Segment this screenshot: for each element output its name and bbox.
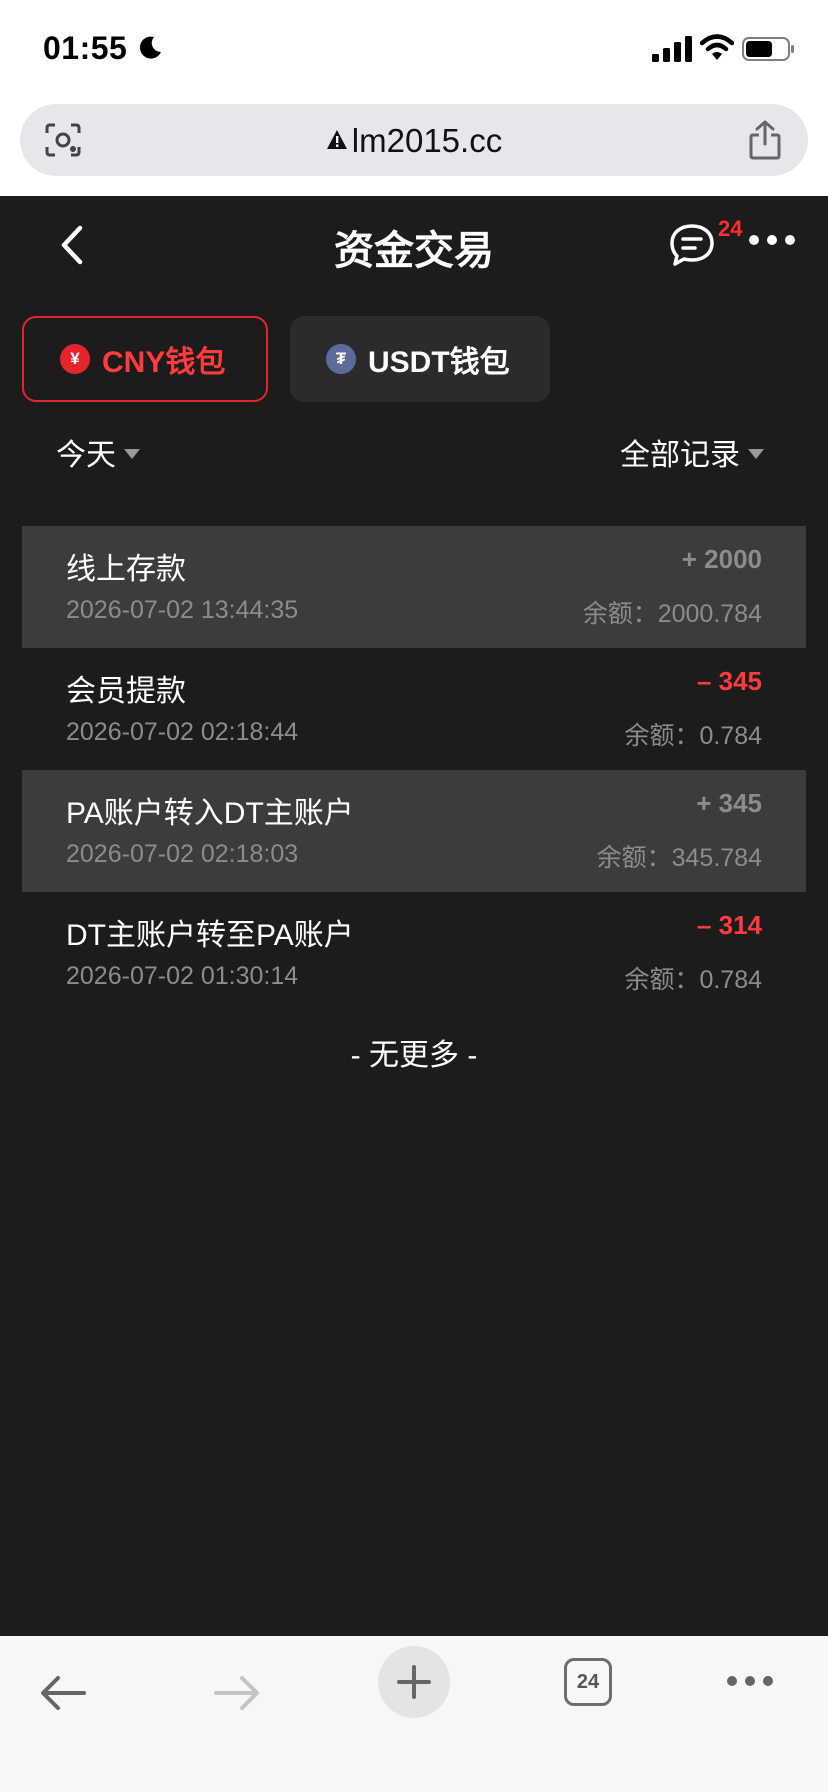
transaction-balance: 余额：2000.784 [582, 600, 762, 628]
transaction-time: 2026-07-02 13:44:35 [66, 596, 299, 624]
transaction-amount: – 345 [696, 666, 762, 696]
share-icon[interactable] [748, 120, 782, 160]
end-of-list-text: - 无更多 - [350, 1039, 478, 1072]
caret-down-icon [124, 449, 140, 459]
message-badge: 24 [718, 216, 743, 241]
transaction-title: 线上存款 [66, 553, 186, 586]
tether-icon: ₮ [326, 344, 356, 374]
status-bar: 01:55 [0, 0, 828, 100]
tab-cny-wallet[interactable]: ¥ CNY钱包 [22, 316, 268, 402]
tab-usdt-wallet[interactable]: ₮ USDT钱包 [290, 316, 550, 402]
browser-more-icon[interactable] [726, 1674, 774, 1688]
app-content: 资金交易 24 ¥ CNY钱包 ₮ USDT钱包 今天 全部记录 线上存款 20… [0, 196, 828, 1636]
wifi-icon [700, 34, 734, 60]
browser-back-icon[interactable] [38, 1674, 88, 1712]
browser-address-area: lm2015.cc [0, 100, 828, 196]
yuan-icon: ¥ [60, 344, 90, 374]
signal-icon [652, 36, 692, 62]
type-filter[interactable]: 全部记录 [620, 430, 764, 474]
transaction-title: DT主账户转至PA账户 [66, 919, 354, 952]
url-text: lm2015.cc [351, 122, 503, 159]
url-display: lm2015.cc [20, 122, 808, 160]
transaction-title: PA账户转入DT主账户 [66, 797, 354, 830]
transaction-balance: 余额：0.784 [624, 966, 762, 994]
transaction-time: 2026-07-02 01:30:14 [66, 962, 299, 990]
browser-toolbar: 24 [0, 1636, 828, 1792]
transaction-row[interactable]: DT主账户转至PA账户 2026-07-02 01:30:14 – 314 余额… [22, 892, 806, 1014]
status-time: 01:55 [43, 30, 128, 66]
transaction-row[interactable]: 会员提款 2026-07-02 02:18:44 – 345 余额：0.784 [22, 648, 806, 770]
transaction-row[interactable]: PA账户转入DT主账户 2026-07-02 02:18:03 + 345 余额… [22, 770, 806, 892]
transaction-title: 会员提款 [66, 675, 186, 708]
new-tab-button[interactable] [378, 1646, 450, 1718]
transaction-row[interactable]: 线上存款 2026-07-02 13:44:35 + 2000 余额：2000.… [22, 526, 806, 648]
warning-icon [326, 130, 347, 150]
date-filter-label: 今天 [56, 439, 116, 472]
transaction-amount: + 2000 [681, 544, 762, 574]
moon-icon [139, 36, 161, 59]
transaction-time: 2026-07-02 02:18:44 [66, 718, 299, 746]
transaction-list: 线上存款 2026-07-02 13:44:35 + 2000 余额：2000.… [22, 526, 806, 1014]
browser-forward-icon[interactable] [212, 1674, 262, 1712]
transaction-balance: 余额：0.784 [624, 722, 762, 750]
transaction-time: 2026-07-02 02:18:03 [66, 840, 299, 868]
type-filter-label: 全部记录 [620, 439, 740, 472]
message-icon[interactable] [668, 222, 716, 268]
battery-icon [742, 37, 794, 61]
plus-icon [397, 1665, 431, 1699]
transaction-amount: + 345 [696, 788, 762, 818]
more-icon[interactable] [748, 232, 796, 248]
transaction-balance: 余额：345.784 [596, 844, 762, 872]
transaction-amount: – 314 [696, 910, 762, 940]
tabs-button[interactable]: 24 [564, 1658, 612, 1706]
tab-label: USDT钱包 [368, 346, 510, 379]
caret-down-icon [748, 449, 764, 459]
tab-label: CNY钱包 [102, 346, 226, 379]
date-filter[interactable]: 今天 [56, 430, 140, 474]
address-bar[interactable]: lm2015.cc [20, 104, 808, 176]
